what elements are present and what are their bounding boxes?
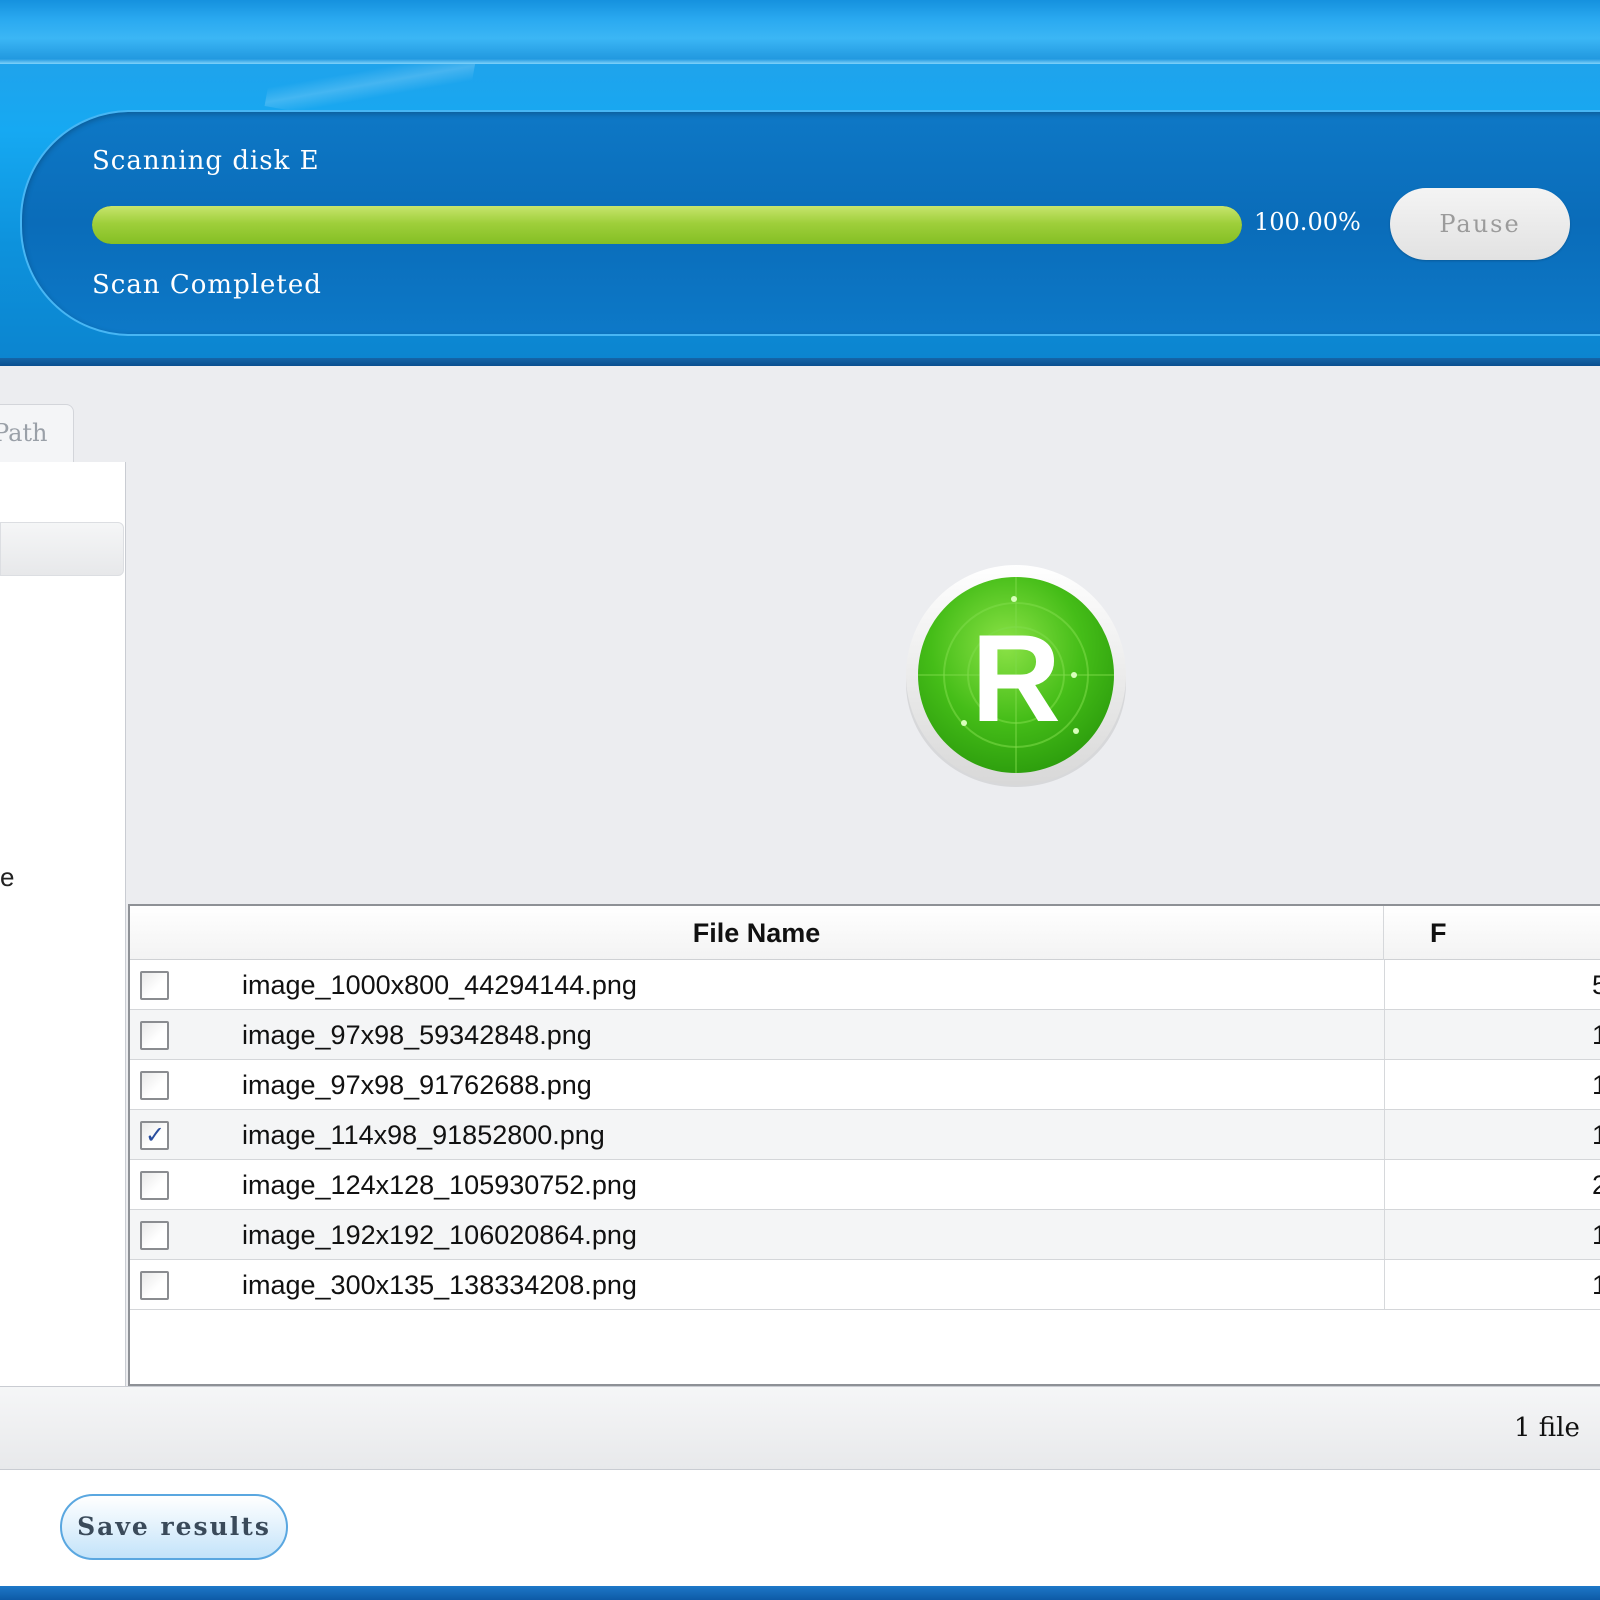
table-row[interactable]: image_1000x800_44294144.png 5 <box>130 960 1600 1010</box>
selected-count-text: 1 file <box>1514 1413 1580 1443</box>
row-checkbox[interactable] <box>140 1121 169 1150</box>
scan-progress-bar <box>92 206 1242 244</box>
file-name-cell: image_124x128_105930752.png <box>242 1170 637 1200</box>
title-bar <box>0 0 1600 64</box>
file-size-cell: 1 <box>1592 1020 1600 1050</box>
column-divider <box>1384 1160 1385 1209</box>
column-divider <box>1384 1010 1385 1059</box>
save-results-button[interactable]: Save results <box>60 1494 288 1560</box>
left-panel: e <box>0 462 126 1386</box>
row-checkbox[interactable] <box>140 1021 169 1050</box>
column-divider <box>1384 960 1385 1009</box>
file-name-cell: image_192x192_106020864.png <box>242 1220 637 1250</box>
column-header-second[interactable]: F <box>1430 906 1447 960</box>
table-row[interactable]: image_124x128_105930752.png 2 <box>130 1160 1600 1210</box>
row-checkbox[interactable] <box>140 1221 169 1250</box>
file-size-cell: 1 <box>1592 1270 1600 1300</box>
table-row[interactable]: image_192x192_106020864.png 1 <box>130 1210 1600 1260</box>
recovery-radar-r-logo-icon: R <box>904 563 1128 787</box>
file-name-cell: image_300x135_138334208.png <box>242 1270 637 1300</box>
scan-status-text: Scan Completed <box>92 270 322 300</box>
column-header-file-name[interactable]: File Name <box>130 906 1384 960</box>
window-bottom-edge <box>0 1586 1600 1600</box>
scan-title: Scanning disk E <box>92 146 320 176</box>
svg-text:R: R <box>971 610 1061 748</box>
table-body: image_1000x800_44294144.png 5 image_97x98_… <box>130 960 1600 1310</box>
column-divider <box>1384 1110 1385 1159</box>
progress-percent-text: 100.00% <box>1254 208 1361 236</box>
row-checkbox[interactable] <box>140 1071 169 1100</box>
column-divider <box>1384 1060 1385 1109</box>
table-header: File Name F <box>130 906 1600 960</box>
file-size-cell: 1 <box>1592 1070 1600 1100</box>
file-name-cell: image_1000x800_44294144.png <box>242 970 637 1000</box>
tab-path-label: Path <box>0 419 48 447</box>
file-name-cell: image_97x98_59342848.png <box>242 1020 592 1050</box>
status-bar: 1 file <box>0 1386 1600 1470</box>
scan-progress-fill <box>92 206 1242 244</box>
file-size-cell: 5 <box>1592 970 1600 1000</box>
left-panel-item[interactable]: e <box>0 862 14 893</box>
file-size-cell: 1 <box>1592 1120 1600 1150</box>
row-checkbox[interactable] <box>140 1171 169 1200</box>
file-name-cell: image_97x98_91762688.png <box>242 1070 592 1100</box>
row-checkbox[interactable] <box>140 971 169 1000</box>
left-panel-selected-row[interactable] <box>0 522 124 576</box>
file-name-cell: image_114x98_91852800.png <box>242 1120 605 1150</box>
row-checkbox[interactable] <box>140 1271 169 1300</box>
column-divider <box>1384 1210 1385 1259</box>
file-size-cell: 2 <box>1592 1170 1600 1200</box>
pause-button[interactable]: Pause <box>1390 188 1570 260</box>
table-row[interactable]: image_97x98_91762688.png 1 <box>130 1060 1600 1110</box>
file-table: File Name F image_1000x800_44294144.png 5… <box>128 904 1600 1386</box>
footer: Save results <box>0 1470 1600 1586</box>
file-size-cell: 1 <box>1592 1220 1600 1250</box>
table-row[interactable]: image_97x98_59342848.png 1 <box>130 1010 1600 1060</box>
table-row[interactable]: image_300x135_138334208.png 1 <box>130 1260 1600 1310</box>
table-row[interactable]: image_114x98_91852800.png 1 <box>130 1110 1600 1160</box>
column-divider <box>1384 1260 1385 1309</box>
tab-path[interactable]: Path <box>0 404 74 462</box>
